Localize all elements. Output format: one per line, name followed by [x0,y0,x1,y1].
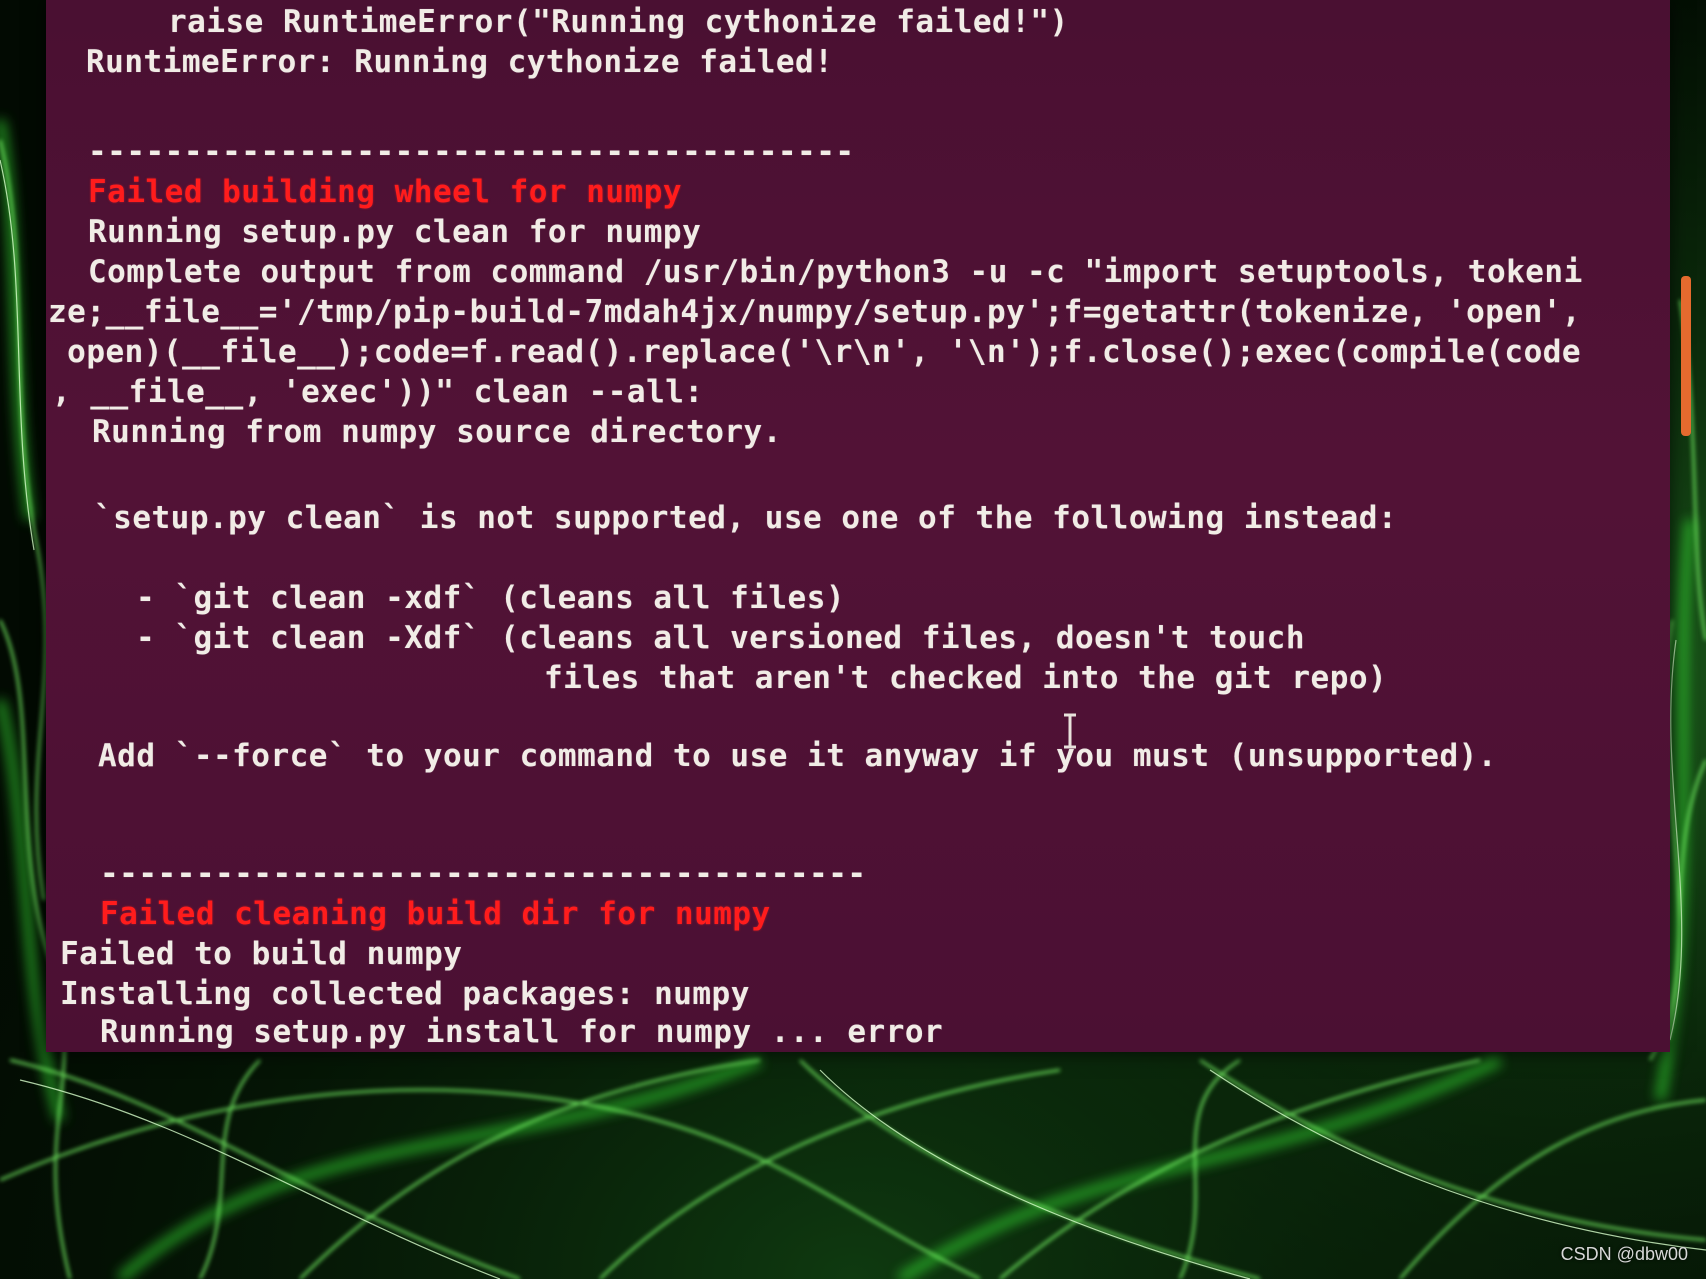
terminal-line: Installing collected packages: numpy [60,976,750,1012]
terminal-line: - `git clean -Xdf` (cleans all versioned… [136,620,1305,656]
terminal-line: Failed to build numpy [60,936,463,972]
terminal-line: Running setup.py clean for numpy [88,214,702,250]
separator-line: ---------------------------------------- [88,134,855,170]
terminal-window[interactable]: raise RuntimeError("Running cythonize fa… [46,0,1670,1052]
watermark-text: CSDN @dbw00 [1560,1244,1688,1264]
terminal-line: `setup.py clean` is not supported, use o… [94,500,1398,536]
terminal-line: Complete output from command /usr/bin/py… [88,254,1583,290]
terminal-line: raise RuntimeError("Running cythonize fa… [168,4,1069,40]
terminal-line: , __file__, 'exec'))" clean --all: [52,374,704,410]
terminal-scrollbar-thumb[interactable] [1681,276,1691,436]
error-line: Failed building wheel for numpy [88,174,683,210]
terminal-line: RuntimeError: Running cythonize failed! [86,44,834,80]
terminal-line: ze;__file__='/tmp/pip-build-7mdah4jx/num… [48,294,1582,330]
terminal-line: files that aren't checked into the git r… [544,660,1388,696]
terminal-line: Add `--force` to your command to use it … [98,738,1497,774]
separator-line: ---------------------------------------- [100,856,867,892]
text-cursor-icon [1064,713,1076,749]
terminal-output: raise RuntimeError("Running cythonize fa… [46,0,1670,1052]
terminal-line: open)(__file__);code=f.read().replace('\… [48,334,1582,370]
terminal-line: Running from numpy source directory. [92,414,782,450]
terminal-line: - `git clean -xdf` (cleans all files) [136,580,846,616]
error-line: Failed cleaning build dir for numpy [100,896,771,932]
terminal-line: Running setup.py install for numpy ... e… [100,1014,944,1050]
